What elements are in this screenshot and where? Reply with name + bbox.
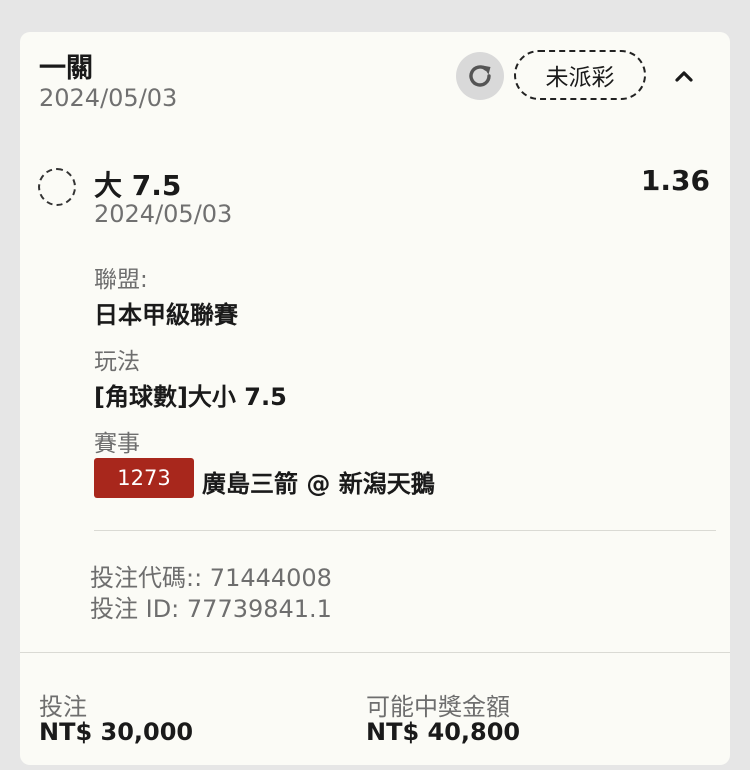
divider <box>20 652 730 653</box>
bet-code: 投注代碼:: 71444008 <box>90 564 332 592</box>
selection-odds: 1.36 <box>640 164 710 197</box>
bet-slip-card: 一關 2024/05/03 未派彩 大 7.5 1.36 2024/05/03 … <box>20 32 730 765</box>
selection-date: 2024/05/03 <box>94 200 233 228</box>
event-teams: 廣島三箭 @ 新潟天鵝 <box>202 470 435 498</box>
bet-date: 2024/05/03 <box>39 84 178 112</box>
payout-value: NT$ 40,800 <box>366 718 521 746</box>
payout-label: 可能中獎金額 <box>366 693 510 721</box>
refresh-icon <box>469 65 491 87</box>
event-label: 賽事 <box>94 431 140 457</box>
refresh-button[interactable] <box>456 52 504 100</box>
chevron-up-icon <box>675 71 693 82</box>
market-label: 玩法 <box>94 349 140 375</box>
bet-id: 投注 ID: 77739841.1 <box>90 595 332 623</box>
status-badge: 未派彩 <box>514 50 646 100</box>
selection-name: 大 7.5 <box>94 169 182 202</box>
stake-value: NT$ 30,000 <box>39 718 194 746</box>
match-code-badge: 1273 <box>94 458 194 498</box>
league-value: 日本甲級聯賽 <box>94 301 238 329</box>
market-value: [角球數]大小 7.5 <box>94 383 287 411</box>
divider <box>94 530 716 531</box>
stake-label: 投注 <box>39 693 87 721</box>
league-label: 聯盟: <box>94 267 148 293</box>
collapse-button[interactable] <box>668 60 700 92</box>
bet-type-title: 一關 <box>39 53 93 84</box>
selection-status-circle <box>38 168 76 206</box>
